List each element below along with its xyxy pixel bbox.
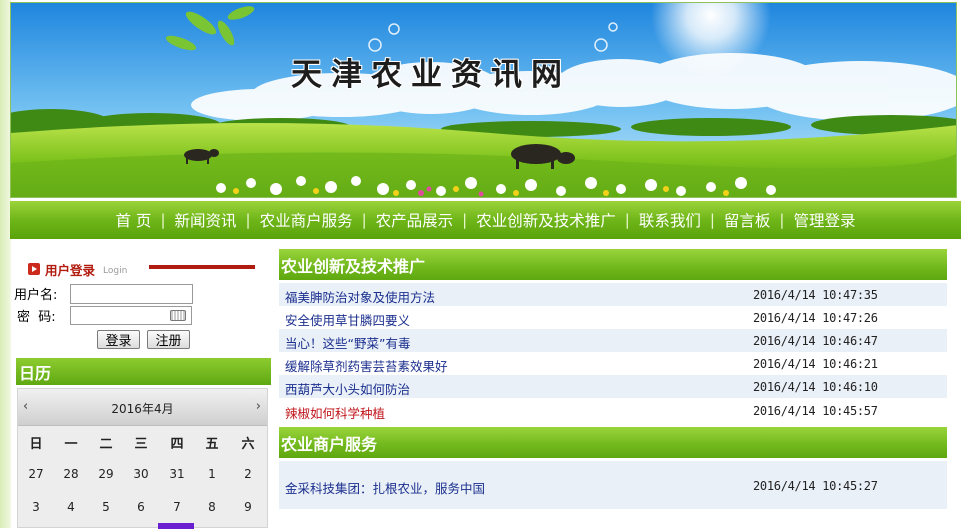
news-link[interactable]: 福美胂防治对象及使用方法 [285,287,435,306]
calendar-week-row: 27 28 29 30 31 1 2 [18,467,267,487]
news-row: 缓解除草剂药害芸苔素效果好 2016/4/14 10:46:21 [279,352,947,375]
banner-landscape-image [11,3,956,197]
news-date: 2016/4/14 10:46:21 [753,357,878,371]
site-title: 天津农业资讯网 [291,57,571,93]
news-date: 2016/4/14 10:46:47 [753,334,878,348]
calendar-day[interactable]: 6 [123,500,159,514]
nav-item-guestbook[interactable]: 留言板 [715,209,780,231]
nav-item-products[interactable]: 农产品展示 [367,209,463,231]
login-title: 用户登录 [45,262,96,278]
password-input[interactable] [70,306,192,325]
login-button[interactable]: 登录 [97,330,140,349]
news-date: 2016/4/14 10:47:26 [753,311,878,325]
news-row: 金采科技集团：扎根农业，服务中国 2016/4/14 10:45:27 [279,461,947,509]
calendar-weekday-row: 日 一 二 三 四 五 六 [18,433,267,453]
calendar-month-label: 2016年4月 [111,402,174,416]
news-link[interactable]: 辣椒如何科学种植 [285,403,385,422]
news-date: 2016/4/14 10:47:35 [753,288,878,302]
calendar-day[interactable]: 1 [194,467,230,481]
weekday-label: 六 [241,437,255,452]
calendar-day[interactable]: 31 [159,467,195,481]
news-link[interactable]: 当心！这些“野菜”有毒 [285,333,410,352]
username-label: 用户名: [14,288,58,303]
calendar-day[interactable]: 9 [230,500,266,514]
news-row: 西葫芦大小头如何防治 2016/4/14 10:46:10 [279,375,947,398]
news-link[interactable]: 金采科技集团：扎根农业，服务中国 [285,478,485,497]
news-link[interactable]: 安全使用草甘膦四要义 [285,310,410,329]
calendar-day[interactable]: 28 [53,467,89,481]
calendar-day[interactable]: 3 [18,500,54,514]
nav-item-contact[interactable]: 联系我们 [630,209,710,231]
nav-item-home[interactable]: 首 页 [107,209,161,231]
header-banner: 天津农业资讯网 [10,2,957,198]
arrow-right-icon [28,263,40,275]
news-date: 2016/4/14 10:46:10 [753,380,878,394]
weekday-label: 四 [170,437,184,452]
news-row: 当心！这些“野菜”有毒 2016/4/14 10:46:47 [279,329,947,352]
password-label: 密 码: [17,310,56,325]
keyboard-icon[interactable] [170,310,186,321]
register-button[interactable]: 注册 [147,330,190,349]
calendar-day[interactable]: 7 [159,500,195,514]
news-link[interactable]: 西葫芦大小头如何防治 [285,379,410,398]
calendar-day[interactable]: 2 [230,467,266,481]
news-row: 福美胂防治对象及使用方法 2016/4/14 10:47:35 [279,283,947,306]
calendar: ‹ 2016年4月 › 日 一 二 三 四 五 六 27 28 29 30 31… [17,388,268,529]
news-row-partial [279,517,947,528]
nav-item-admin-login[interactable]: 管理登录 [784,209,864,231]
calendar-day[interactable]: 29 [88,467,124,481]
calendar-day[interactable]: 27 [18,467,54,481]
tech-section-header: 农业创新及技术推广 [279,249,947,280]
username-input[interactable] [70,284,193,304]
news-row: 辣椒如何科学种植 2016/4/14 10:45:57 [279,399,947,422]
chevron-right-icon[interactable]: › [256,399,261,414]
news-date: 2016/4/14 10:45:27 [753,479,878,493]
calendar-day[interactable]: 4 [53,500,89,514]
calendar-day[interactable]: 8 [194,500,230,514]
calendar-week-row: 3 4 5 6 7 8 9 [18,500,267,520]
calendar-day[interactable]: 30 [123,467,159,481]
weekday-label: 二 [99,437,113,452]
calendar-today-marker[interactable] [158,523,194,529]
login-divider [149,265,255,269]
news-link[interactable]: 缓解除草剂药害芸苔素效果好 [285,356,448,375]
merchant-section-header: 农业商户服务 [279,427,947,458]
news-date: 2016/4/14 10:45:57 [753,404,878,418]
nav-item-news[interactable]: 新闻资讯 [166,209,246,231]
login-header: 用户登录 Login [28,260,127,278]
calendar-header: 日历 [16,358,271,385]
weekday-label: 五 [205,437,219,452]
weekday-label: 日 [29,437,43,452]
weekday-label: 三 [134,437,148,452]
news-row: 安全使用草甘膦四要义 2016/4/14 10:47:26 [279,306,947,329]
calendar-day[interactable]: 5 [88,500,124,514]
nav-item-merchant-service[interactable]: 农业商户服务 [251,209,362,231]
login-subtitle: Login [103,265,128,276]
login-panel: 用户登录 Login 用户名: 密 码: 登录 注册 [14,258,271,354]
nav-item-tech-promotion[interactable]: 农业创新及技术推广 [467,209,625,231]
weekday-label: 一 [64,437,78,452]
calendar-month-bar: ‹ 2016年4月 › [18,389,267,426]
main-nav: 首 页 | 新闻资讯 | 农业商户服务 | 农产品展示 | 农业创新及技术推广 … [10,201,961,239]
